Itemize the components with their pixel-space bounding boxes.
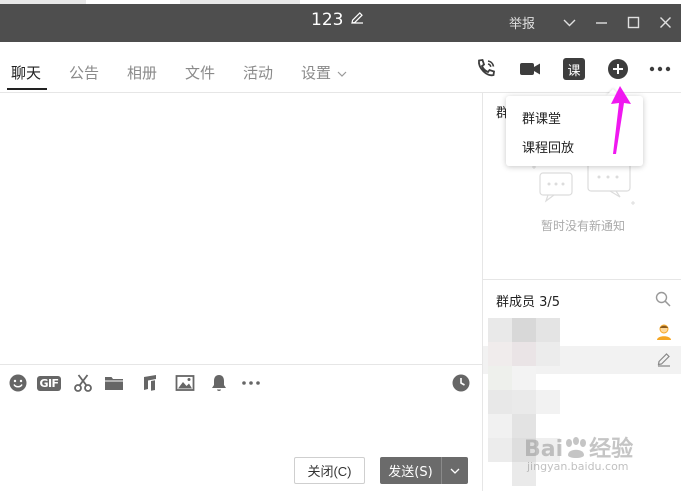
empty-notice-text: 暂时没有新通知 <box>541 219 626 233</box>
watermark-url: jingyan.baidu.com <box>527 460 629 473</box>
close-button[interactable]: 关闭(C) <box>294 457 365 484</box>
message-list[interactable] <box>0 93 482 365</box>
history-clock-icon[interactable] <box>450 372 472 394</box>
tab-settings[interactable]: 设置 <box>301 62 347 83</box>
watermark-brand: Bai 经验 <box>524 437 634 462</box>
tab-settings-label: 设置 <box>301 64 332 82</box>
video-call-icon[interactable] <box>517 56 543 82</box>
close-icon[interactable] <box>649 8 681 36</box>
baidu-paw-icon <box>566 437 587 458</box>
tab-album[interactable]: 相册 <box>127 62 157 83</box>
bell-icon[interactable] <box>208 372 230 394</box>
tab-activity[interactable]: 活动 <box>243 62 273 83</box>
add-app-icon[interactable] <box>605 56 631 82</box>
send-label[interactable]: 发送(S) <box>380 457 442 484</box>
empty-notice-illustration-icon <box>532 163 635 205</box>
group-owner-icon <box>657 324 671 340</box>
menu-item-group-class[interactable]: 群课堂 <box>522 108 561 127</box>
right-panel-divider <box>483 279 681 280</box>
tab-bar: 聊天 公告 相册 文件 活动 设置 课 <box>0 42 681 93</box>
folder-icon[interactable] <box>103 372 125 394</box>
tab-files[interactable]: 文件 <box>185 62 215 83</box>
screenshot-scissors-icon[interactable] <box>72 372 94 394</box>
more-tools-icon[interactable] <box>240 372 262 394</box>
composer-toolbar: GIF <box>0 372 482 396</box>
minimize-icon[interactable] <box>585 8 617 36</box>
tab-announcement[interactable]: 公告 <box>69 62 99 83</box>
more-icon[interactable] <box>647 56 673 82</box>
emoji-icon[interactable] <box>7 372 29 394</box>
maximize-icon[interactable] <box>617 8 649 36</box>
edit-icon[interactable] <box>656 351 672 367</box>
search-icon[interactable] <box>655 291 671 307</box>
gif-icon[interactable]: GIF <box>37 372 61 394</box>
menu-item-course-replay[interactable]: 课程回放 <box>522 137 574 156</box>
send-button[interactable]: 发送(S) <box>380 457 468 484</box>
edit-title-icon[interactable] <box>349 10 365 30</box>
chevron-down-icon[interactable] <box>553 8 585 36</box>
send-options-chevron-icon[interactable] <box>442 457 468 484</box>
active-tab-indicator <box>7 88 47 90</box>
voice-call-icon[interactable] <box>473 56 499 82</box>
tab-chat[interactable]: 聊天 <box>11 62 41 83</box>
composer-divider <box>0 364 482 365</box>
image-icon[interactable] <box>174 372 196 394</box>
annotation-arrow-icon <box>611 86 631 154</box>
title-top-strip <box>0 0 681 4</box>
window-controls: 举报 <box>509 8 681 36</box>
report-link[interactable]: 举报 <box>509 13 535 32</box>
window-title: 123 <box>311 10 344 30</box>
class-icon[interactable]: 课 <box>561 56 587 82</box>
title-bar: 123 举报 <box>0 0 681 42</box>
music-icon[interactable] <box>138 372 160 394</box>
title-group: 123 <box>311 10 365 30</box>
chevron-down-icon <box>337 71 347 77</box>
members-title: 群成员 3/5 <box>496 295 561 310</box>
